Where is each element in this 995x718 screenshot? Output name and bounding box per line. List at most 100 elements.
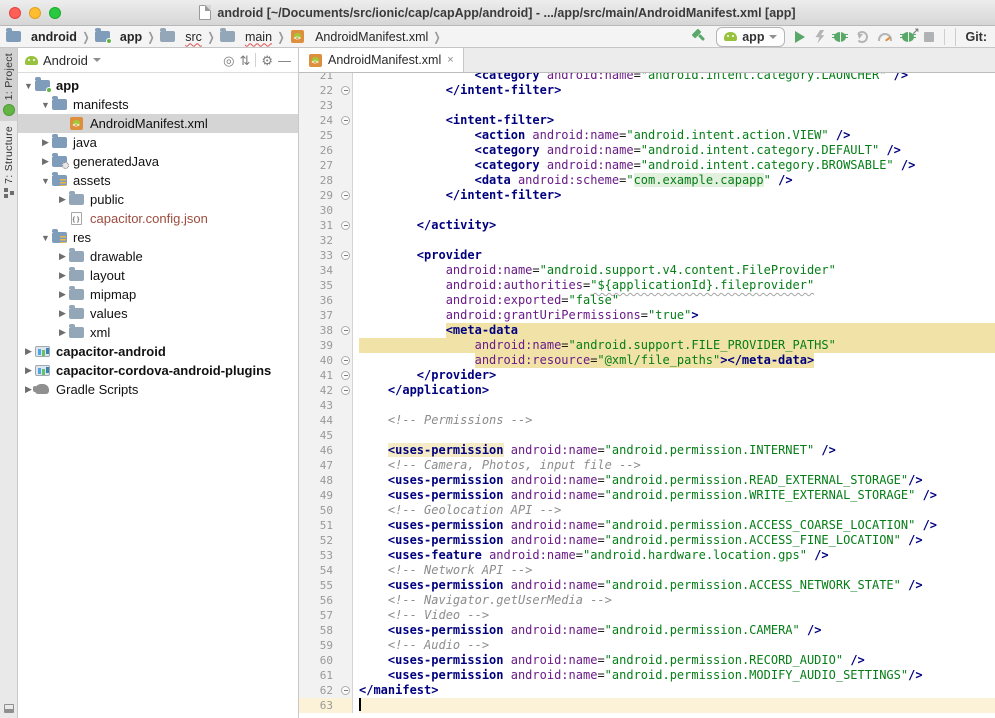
code-line-29[interactable]: 29 </intent-filter> (299, 188, 995, 203)
code-line-22[interactable]: 22 </intent-filter> (299, 83, 995, 98)
code-line-40[interactable]: 40 android:resource="@xml/file_paths"></… (299, 353, 995, 368)
tree-right-arrow-icon[interactable]: ▶ (56, 327, 69, 338)
tree-item-generatedjava[interactable]: ▶generatedJava (18, 152, 298, 171)
code-line-34[interactable]: 34 android:name="android.support.v4.cont… (299, 263, 995, 278)
tree-right-arrow-icon[interactable]: ▶ (56, 251, 69, 262)
fold-marker-icon[interactable] (341, 251, 350, 260)
tree-item-public[interactable]: ▶public (18, 190, 298, 209)
code-line-53[interactable]: 53 <uses-feature android:name="android.h… (299, 548, 995, 563)
git-widget[interactable]: Git: (955, 28, 987, 46)
code-line-23[interactable]: 23 (299, 98, 995, 113)
code-line-52[interactable]: 52 <uses-permission android:name="androi… (299, 533, 995, 548)
code-line-57[interactable]: 57 <!-- Video --> (299, 608, 995, 623)
breadcrumb-item-src[interactable]: src (160, 30, 202, 44)
settings-gear-icon[interactable]: ⚙ (261, 54, 273, 67)
code-line-50[interactable]: 50 <!-- Geolocation API --> (299, 503, 995, 518)
zoom-window-button[interactable] (49, 7, 61, 19)
tree-down-arrow-icon[interactable]: ▼ (39, 100, 52, 110)
minimize-window-button[interactable] (29, 7, 41, 19)
tree-item-assets[interactable]: ▼assets (18, 171, 298, 190)
tree-item-capacitor-cordova-android-plugins[interactable]: ▶capacitor-cordova-android-plugins (18, 361, 298, 380)
tree-item-values[interactable]: ▶values (18, 304, 298, 323)
tree-item-res[interactable]: ▼res (18, 228, 298, 247)
tree-item-java[interactable]: ▶java (18, 133, 298, 152)
tree-item-drawable[interactable]: ▶drawable (18, 247, 298, 266)
tree-right-arrow-icon[interactable]: ▶ (22, 365, 35, 376)
collapse-all-icon[interactable]: ⇅ (239, 54, 250, 67)
tool-window-project-button[interactable]: 1: Project (0, 48, 17, 121)
breadcrumb-item-main[interactable]: main (220, 30, 272, 44)
run-configuration-select[interactable]: app (716, 27, 785, 47)
tree-item-mipmap[interactable]: ▶mipmap (18, 285, 298, 304)
fold-marker-icon[interactable] (341, 356, 350, 365)
code-line-62[interactable]: 62</manifest> (299, 683, 995, 698)
tree-item-manifests[interactable]: ▼manifests (18, 95, 298, 114)
code-line-61[interactable]: 61 <uses-permission android:name="androi… (299, 668, 995, 683)
stop-icon[interactable] (924, 32, 934, 42)
tab-androidmanifest[interactable]: AndroidManifest.xml × (299, 48, 464, 72)
code-line-55[interactable]: 55 <uses-permission android:name="androi… (299, 578, 995, 593)
code-line-35[interactable]: 35 android:authorities="${applicationId}… (299, 278, 995, 293)
fold-marker-icon[interactable] (341, 221, 350, 230)
project-view-selector[interactable]: Android (43, 53, 88, 68)
code-line-59[interactable]: 59 <!-- Audio --> (299, 638, 995, 653)
fold-marker-icon[interactable] (341, 191, 350, 200)
code-line-25[interactable]: 25 <action android:name="android.intent.… (299, 128, 995, 143)
fold-marker-icon[interactable] (341, 386, 350, 395)
tree-item-xml[interactable]: ▶xml (18, 323, 298, 342)
tree-item-layout[interactable]: ▶layout (18, 266, 298, 285)
tree-right-arrow-icon[interactable]: ▶ (56, 289, 69, 300)
tree-right-arrow-icon[interactable]: ▶ (22, 346, 35, 357)
fold-marker-icon[interactable] (341, 371, 350, 380)
code-line-30[interactable]: 30 (299, 203, 995, 218)
tree-down-arrow-icon[interactable]: ▼ (39, 176, 52, 186)
fold-marker-icon[interactable] (341, 116, 350, 125)
coverage-icon[interactable] (856, 31, 868, 43)
fold-marker-icon[interactable] (341, 326, 350, 335)
code-line-63[interactable]: 63 (299, 698, 995, 713)
code-line-36[interactable]: 36 android:exported="false" (299, 293, 995, 308)
tree-item-androidmanifest-xml[interactable]: AndroidManifest.xml (18, 114, 298, 133)
code-line-26[interactable]: 26 <category android:name="android.inten… (299, 143, 995, 158)
code-line-60[interactable]: 60 <uses-permission android:name="androi… (299, 653, 995, 668)
debug-icon[interactable] (834, 32, 846, 42)
tree-item-capacitor-android[interactable]: ▶capacitor-android (18, 342, 298, 361)
code-line-48[interactable]: 48 <uses-permission android:name="androi… (299, 473, 995, 488)
tree-right-arrow-icon[interactable]: ▶ (56, 194, 69, 205)
code-line-49[interactable]: 49 <uses-permission android:name="androi… (299, 488, 995, 503)
locate-icon[interactable]: ◎ (223, 54, 234, 67)
code-line-39[interactable]: 39 android:name="android.support.FILE_PR… (299, 338, 995, 353)
breadcrumb-item-app[interactable]: app (95, 30, 142, 44)
code-line-45[interactable]: 45 (299, 428, 995, 443)
tree-right-arrow-icon[interactable]: ▶ (39, 137, 52, 148)
hide-icon[interactable]: — (278, 54, 291, 67)
close-window-button[interactable] (9, 7, 21, 19)
code-line-33[interactable]: 33 <provider (299, 248, 995, 263)
profiler-icon[interactable] (878, 33, 892, 41)
code-line-21[interactable]: 21 <category android:name="android.inten… (299, 73, 995, 83)
chevron-down-icon[interactable] (93, 58, 101, 62)
code-line-47[interactable]: 47 <!-- Camera, Photos, input file --> (299, 458, 995, 473)
tree-right-arrow-icon[interactable]: ▶ (39, 156, 52, 167)
tree-item-capacitor-config-json[interactable]: capacitor.config.json (18, 209, 298, 228)
breadcrumb-item-android[interactable]: android (6, 30, 77, 44)
tool-window-structure-button[interactable]: 7: Structure (0, 121, 17, 203)
code-line-28[interactable]: 28 <data android:scheme="com.example.cap… (299, 173, 995, 188)
code-line-43[interactable]: 43 (299, 398, 995, 413)
code-line-56[interactable]: 56 <!-- Navigator.getUserMedia --> (299, 593, 995, 608)
code-line-51[interactable]: 51 <uses-permission android:name="androi… (299, 518, 995, 533)
code-line-42[interactable]: 42 </application> (299, 383, 995, 398)
code-line-54[interactable]: 54 <!-- Network API --> (299, 563, 995, 578)
code-line-38[interactable]: 38 <meta-data (299, 323, 995, 338)
attach-debugger-icon[interactable]: ↗ (902, 32, 914, 42)
code-line-24[interactable]: 24 <intent-filter> (299, 113, 995, 128)
fold-marker-icon[interactable] (341, 686, 350, 695)
tree-down-arrow-icon[interactable]: ▼ (22, 81, 35, 91)
breadcrumb-item-androidmanifest-xml[interactable]: AndroidManifest.xml (290, 30, 428, 44)
apply-changes-icon[interactable] (815, 30, 824, 44)
code-line-32[interactable]: 32 (299, 233, 995, 248)
code-line-41[interactable]: 41 </provider> (299, 368, 995, 383)
code-line-44[interactable]: 44 <!-- Permissions --> (299, 413, 995, 428)
code-line-37[interactable]: 37 android:grantUriPermissions="true"> (299, 308, 995, 323)
tree-item-gradle-scripts[interactable]: ▶Gradle Scripts (18, 380, 298, 399)
